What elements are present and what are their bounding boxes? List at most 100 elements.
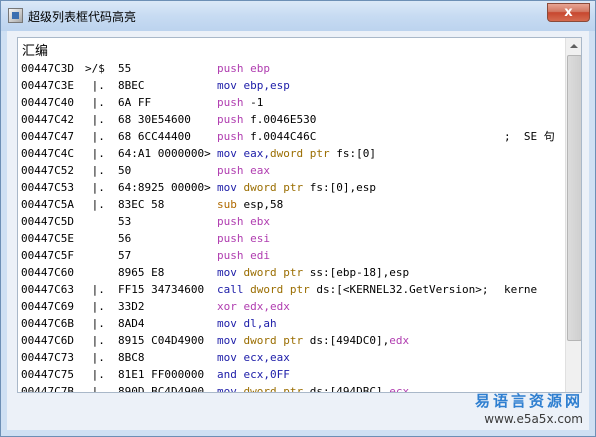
hex-cell: 68 30E54600 — [118, 113, 191, 126]
list-item[interactable]: 00447C5A |. 83EC 58 sub esp,58 — [20, 196, 563, 213]
hex-cell: 8BEC — [118, 79, 145, 92]
instruction-token: dl,ah — [236, 317, 277, 330]
hex-cell: 57 — [118, 249, 132, 262]
instruction-cell: sub esp,58 — [217, 196, 283, 213]
instruction-token: f.0046E530 — [243, 113, 317, 126]
address-cell: 00447C5E — [21, 232, 74, 245]
instruction-cell: mov ebp,esp — [217, 77, 290, 94]
instruction-token: push — [217, 232, 244, 245]
list-item[interactable]: 00447C5F 57 push edi — [20, 247, 563, 264]
instruction-token: edx — [389, 334, 410, 347]
address-cell: 00447C60 — [21, 266, 74, 279]
instruction-cell: mov ecx,eax — [217, 349, 290, 366]
marker-cell: |. — [85, 79, 105, 92]
address-cell: 00447C52 — [21, 164, 74, 177]
instruction-token: and — [217, 368, 237, 381]
list-item[interactable]: 00447C75 |. 81E1 FF000000 and ecx,0FF — [20, 366, 563, 383]
instruction-cell: push -1 — [217, 94, 263, 111]
instruction-token: edx,edx — [236, 300, 290, 313]
address-cell: 00447C5A — [21, 198, 74, 211]
instruction-token: push — [217, 215, 244, 228]
code-list[interactable]: 00447C3D >/$ 55 push ebp 00447C3E |. 8BEC mov … — [20, 60, 563, 392]
vertical-scrollbar[interactable] — [565, 38, 581, 392]
list-item[interactable]: 00447C3E |. 8BEC mov ebp,esp — [20, 77, 563, 94]
instruction-cell: mov dword ptr ss:[ebp-18],esp — [217, 264, 409, 281]
hex-cell: 64:A1 0000000> — [118, 147, 211, 160]
instruction-token: push — [217, 164, 244, 177]
instruction-cell: push edi — [217, 247, 270, 264]
list-item[interactable]: 00447C5D 53 push ebx — [20, 213, 563, 230]
list-item[interactable]: 00447C52 |. 50 push eax — [20, 162, 563, 179]
instruction-token: push — [217, 130, 244, 143]
list-item[interactable]: 00447C5E 56 push esi — [20, 230, 563, 247]
listview[interactable]: 汇编 00447C3D >/$ 55 push ebp 00447C3E |. 8BEC m… — [17, 37, 582, 393]
instruction-token: mov — [217, 266, 237, 279]
address-cell: 00447C42 — [21, 113, 74, 126]
instruction-token: fs:[0],esp — [303, 181, 376, 194]
instruction-cell: mov eax,dword ptr fs:[0] — [217, 145, 376, 162]
marker-cell: |. — [85, 334, 105, 347]
address-cell: 00447C75 — [21, 368, 74, 381]
instruction-token: dword ptr — [236, 385, 304, 392]
marker-cell: >/$ — [85, 62, 105, 75]
comment-cell: kerne — [504, 283, 538, 296]
instruction-cell: mov dword ptr fs:[0],esp — [217, 179, 376, 196]
scroll-up-arrow-icon[interactable] — [566, 38, 581, 54]
list-item[interactable]: 00447C3D >/$ 55 push ebp — [20, 60, 563, 77]
instruction-token: ebp — [243, 62, 270, 75]
marker-cell: |. — [85, 147, 105, 160]
instruction-token: ebp,esp — [236, 79, 290, 92]
hex-cell: 6A FF — [118, 96, 152, 109]
marker-cell: |. — [85, 351, 105, 364]
list-item[interactable]: 00447C47 |. 68 6CC44400 push f.0044C46C ; S… — [20, 128, 563, 145]
marker-cell: |. — [85, 130, 105, 143]
list-item[interactable]: 00447C60 8965 E8 mov dword ptr ss:[ebp-18]… — [20, 264, 563, 281]
instruction-cell: push esi — [217, 230, 270, 247]
instruction-token: dword ptr — [236, 266, 304, 279]
list-item[interactable]: 00447C42 |. 68 30E54600 push f.0046E530 — [20, 111, 563, 128]
app-icon[interactable] — [8, 8, 23, 23]
instruction-token: ecx,0FF — [236, 368, 290, 381]
scrollbar-thumb[interactable] — [567, 55, 581, 341]
address-cell: 00447C5F — [21, 249, 74, 262]
instruction-token: dword ptr — [243, 283, 310, 296]
instruction-token: sub — [217, 198, 237, 211]
instruction-token: fs:[0] — [329, 147, 376, 160]
instruction-cell: xor edx,edx — [217, 298, 290, 315]
list-item[interactable]: 00447C40 |. 6A FF push -1 — [20, 94, 563, 111]
hex-cell: 81E1 FF000000 — [118, 368, 205, 381]
list-item[interactable]: 00447C63 |. FF15 34734600 call dword ptr d… — [20, 281, 563, 298]
list-item[interactable]: 00447C69 |. 33D2 xor edx,edx — [20, 298, 563, 315]
address-cell: 00447C4C — [21, 147, 74, 160]
instruction-cell: push f.0046E530 — [217, 111, 316, 128]
instruction-cell: push f.0044C46C — [217, 128, 316, 145]
column-header[interactable]: 汇编 — [22, 40, 48, 59]
address-cell: 00447C73 — [21, 351, 74, 364]
instruction-token: mov — [217, 334, 237, 347]
marker-cell: |. — [85, 198, 105, 211]
title-bar[interactable]: 超级列表框代码高亮 x — [1, 1, 595, 31]
address-cell: 00447C63 — [21, 283, 74, 296]
hex-cell: 53 — [118, 215, 132, 228]
hex-cell: 55 — [118, 62, 132, 75]
list-item[interactable]: 00447C73 |. 8BC8 mov ecx,eax — [20, 349, 563, 366]
list-item[interactable]: 00447C6B |. 8AD4 mov dl,ah — [20, 315, 563, 332]
list-item[interactable]: 00447C6D |. 8915 C04D4900 mov dword ptr ds… — [20, 332, 563, 349]
list-item[interactable]: 00447C53 |. 64:8925 00000> mov dword ptr f… — [20, 179, 563, 196]
close-button[interactable]: x — [547, 3, 590, 22]
instruction-token: -1 — [243, 96, 264, 109]
instruction-token: mov — [217, 181, 237, 194]
list-item[interactable]: 00447C4C |. 64:A1 0000000> mov eax,dword p… — [20, 145, 563, 162]
instruction-token: mov — [217, 317, 237, 330]
hex-cell: 8915 C04D4900 — [118, 334, 205, 347]
watermark: 易语言资源网 www.e5a5x.com — [475, 390, 583, 426]
window-title: 超级列表框代码高亮 — [28, 10, 137, 24]
instruction-token: mov — [217, 351, 237, 364]
instruction-token: ds:[<KERNEL32.GetVersion>; — [309, 283, 489, 296]
hex-cell: FF15 34734600 — [118, 283, 205, 296]
hex-cell: 64:8925 00000> — [118, 181, 211, 194]
instruction-token: esp,58 — [236, 198, 284, 211]
instruction-token: ecx — [389, 385, 410, 392]
instruction-token: eax, — [236, 147, 270, 160]
hex-cell: 8965 E8 — [118, 266, 165, 279]
